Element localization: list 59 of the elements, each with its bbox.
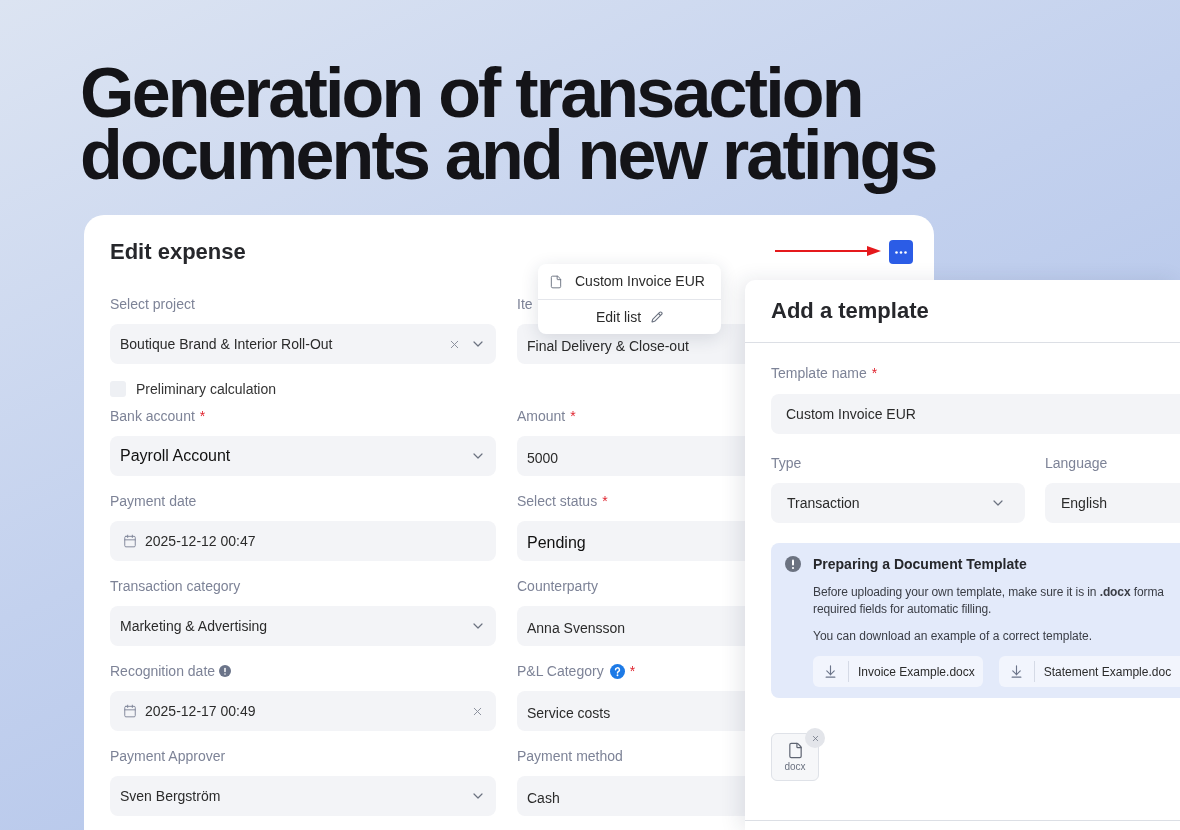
select-field[interactable]: Sven Bergström xyxy=(110,776,496,816)
document-icon xyxy=(549,274,563,289)
select-field[interactable]: English xyxy=(1045,483,1180,523)
required-mark: * xyxy=(199,407,206,426)
alert-icon xyxy=(785,556,801,572)
notice-hint: You can download an example of a correct template. xyxy=(813,628,1094,645)
field-label: Ite xyxy=(517,295,533,314)
download-icon xyxy=(823,664,838,679)
calendar-icon xyxy=(123,704,137,718)
field-label: P&L Category xyxy=(517,662,604,681)
select-field[interactable]: Marketing & Advertising xyxy=(110,606,496,646)
input-field[interactable]: 5000 xyxy=(517,436,745,476)
field-label: Payment Approver xyxy=(110,747,226,766)
field-label: Select project xyxy=(110,295,195,314)
input-field[interactable]: Anna Svensson xyxy=(517,606,745,646)
required-mark: * xyxy=(602,492,608,511)
field-label: Counterparty xyxy=(517,577,598,596)
panel-title: Add a template xyxy=(771,297,929,325)
more-icon xyxy=(895,250,907,254)
input-field[interactable]: Custom Invoice EUR xyxy=(771,394,1180,434)
field-label: Language xyxy=(1045,454,1108,473)
remove-button[interactable] xyxy=(805,728,825,748)
field-label: Payment method xyxy=(517,747,623,766)
required-mark: * xyxy=(570,407,576,426)
field-label: Transaction category xyxy=(110,577,241,596)
info-icon xyxy=(219,665,232,677)
download-button[interactable]: Statement Example.doc xyxy=(998,656,1180,687)
notice-text: Before uploading your own template, make sure it is in .docx forma xyxy=(813,584,1165,601)
field-label: Recognition date xyxy=(110,662,216,681)
file-extension: docx xyxy=(784,760,806,773)
date-field[interactable]: 2025-12-17 00:49 xyxy=(110,691,496,731)
select-field[interactable]: Boutique Brand & Interior Roll-Out xyxy=(110,324,496,364)
field-label: Amount xyxy=(517,407,566,426)
required-mark: * xyxy=(871,364,878,383)
field-label: Bank account xyxy=(110,407,195,426)
document-icon xyxy=(786,741,804,759)
field-label: Template name xyxy=(771,364,867,383)
calendar-icon xyxy=(123,534,137,548)
input-field[interactable]: Cash xyxy=(517,776,745,816)
download-button[interactable]: Invoice Example.docx xyxy=(813,656,983,687)
required-mark: * xyxy=(629,662,636,681)
card-title: Edit expense xyxy=(110,238,246,266)
date-field[interactable]: 2025-12-12 00:47 xyxy=(110,521,496,561)
menu-item[interactable]: Custom Invoice EUR xyxy=(538,264,721,300)
select-field[interactable]: Transaction xyxy=(771,483,1025,523)
notice-title: Preparing a Document Template xyxy=(813,555,1028,574)
close-icon xyxy=(810,733,820,743)
select-field[interactable]: Payroll Account xyxy=(110,436,496,476)
notice-text: required fields for automatic filling. xyxy=(813,601,993,618)
input-field[interactable]: Pending xyxy=(517,521,745,561)
pencil-icon xyxy=(651,311,664,323)
headline: Generation of transaction documents and new ratings xyxy=(80,56,937,196)
field-label: Type xyxy=(771,454,802,473)
input-field[interactable]: Service costs xyxy=(517,691,745,731)
field-label: Payment date xyxy=(110,492,197,511)
more-button[interactable] xyxy=(889,240,913,264)
help-icon[interactable] xyxy=(609,663,625,679)
field-label: Select status xyxy=(517,492,598,511)
checkbox-label: Preliminary calculation xyxy=(136,380,277,399)
